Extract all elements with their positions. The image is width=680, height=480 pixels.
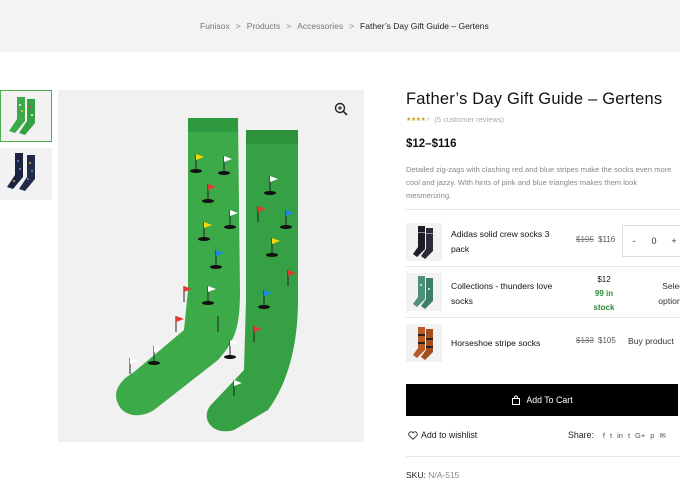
bundle-item-old-price: $133 <box>576 336 594 345</box>
breadcrumb-link-products[interactable]: Products <box>247 21 281 31</box>
email-icon[interactable]: ✉ <box>659 431 665 440</box>
bundle-item-price: $105 <box>598 336 616 345</box>
bundle-item-prices: $195 $116 <box>576 235 615 244</box>
linkedin-icon[interactable]: in <box>617 431 623 440</box>
bundle-item-thumbnail[interactable] <box>406 273 442 311</box>
share-bar: Share: f t in t G+ p ✉ <box>568 430 666 440</box>
sku-value: N/A-515 <box>428 470 460 480</box>
breadcrumb-separator: > <box>286 21 292 31</box>
review-count-link[interactable]: (5 customer reviews) <box>434 115 504 124</box>
bundle-item-price: $12 <box>597 275 611 284</box>
bundle-item-name[interactable]: Adidas solid crew socks 3 pack <box>451 227 569 257</box>
facebook-icon[interactable]: f <box>603 431 605 440</box>
bundle-item-3: Horseshoe stripe socks $133 $105 Buy pro… <box>406 324 680 362</box>
breadcrumb-bar: Funisox > Products > Accessories > Father’s Da… <box>0 0 680 52</box>
bundle-item-old-price: $195 <box>576 235 594 244</box>
navy-socks-thumbnail <box>7 153 35 191</box>
gallery-thumbnails <box>0 90 54 206</box>
divider <box>406 317 680 318</box>
buy-product-link[interactable]: Buy product <box>628 336 674 346</box>
heart-icon <box>408 430 418 440</box>
orange-stripe-socks-thumbnail <box>413 327 433 360</box>
bundle-item-1: Adidas solid crew socks 3 pack $195 $116… <box>406 223 680 261</box>
bundle-item-prices: $133 $105 <box>576 336 616 345</box>
bundle-item-thumbnail[interactable] <box>406 223 442 261</box>
add-to-wishlist-link[interactable]: Add to wishlist <box>408 430 477 440</box>
gallery-thumbnail-navy[interactable] <box>0 148 52 200</box>
add-to-cart-button[interactable]: Add To Cart <box>406 384 678 416</box>
google-plus-icon[interactable]: G+ <box>635 431 645 440</box>
green-golf-socks-image <box>116 118 298 432</box>
breadcrumb-link-home[interactable]: Funisox <box>200 21 230 31</box>
bundle-item-price-stock: $12 99 in stock <box>584 273 624 315</box>
shopping-bag-icon <box>512 395 521 405</box>
divider <box>406 456 680 457</box>
bundle-item-name[interactable]: Horseshoe stripe socks <box>451 336 569 351</box>
teal-socks-thumbnail <box>413 276 433 309</box>
product-rating: ★★★★★ (5 customer reviews) <box>406 115 680 124</box>
quantity-stepper[interactable]: - 0 + <box>622 225 680 257</box>
product-info: Father’s Day Gift Guide – Gertens ★★★★★ … <box>406 90 680 202</box>
zoom-in-icon[interactable] <box>334 102 348 116</box>
product-price: $12–$116 <box>406 138 457 150</box>
quantity-decrease-button[interactable]: - <box>629 236 639 246</box>
product-title: Father’s Day Gift Guide – Gertens <box>406 90 663 108</box>
main-product-image[interactable] <box>58 90 364 442</box>
twitter-icon[interactable]: t <box>610 431 612 440</box>
rating-stars-icon: ★★★★★ <box>406 117 431 123</box>
bundle-item-name[interactable]: Collections - thunders love socks <box>451 279 561 309</box>
divider <box>406 266 680 267</box>
breadcrumb: Funisox > Products > Accessories > Father’s Da… <box>200 21 489 31</box>
bundle-item-2: Collections - thunders love socks $12 99… <box>406 273 680 312</box>
breadcrumb-separator: > <box>349 21 355 31</box>
quantity-increase-button[interactable]: + <box>669 236 679 246</box>
black-crew-socks-thumbnail <box>413 226 433 259</box>
wishlist-label: Add to wishlist <box>421 430 478 440</box>
bundle-item-thumbnail[interactable] <box>406 324 442 362</box>
quantity-input[interactable]: 0 <box>651 236 656 246</box>
share-label: Share: <box>568 430 594 440</box>
divider <box>406 209 680 210</box>
breadcrumb-link-accessories[interactable]: Accessories <box>297 21 343 31</box>
green-golf-socks-thumbnail <box>9 97 35 135</box>
select-options-link[interactable]: Select options <box>646 279 680 309</box>
stock-status: 99 in stock <box>593 289 615 312</box>
gallery-thumbnail-green[interactable] <box>0 90 52 142</box>
add-to-cart-label: Add To Cart <box>526 395 573 405</box>
bundle-item-price: $116 <box>598 235 616 244</box>
sku-label: SKU: <box>406 470 426 480</box>
tumblr-icon[interactable]: t <box>628 431 630 440</box>
breadcrumb-separator: > <box>235 21 241 31</box>
product-description: Detailed zig-zags with clashing red and … <box>406 165 672 200</box>
pinterest-icon[interactable]: p <box>650 431 654 440</box>
sku-info: SKU: N/A-515 <box>406 470 459 480</box>
breadcrumb-current: Father’s Day Gift Guide – Gertens <box>360 21 489 31</box>
